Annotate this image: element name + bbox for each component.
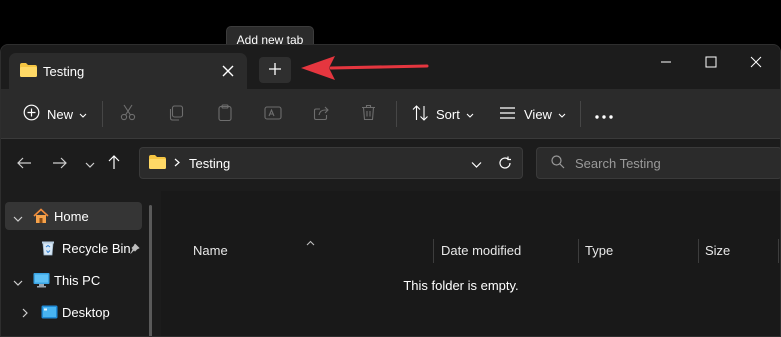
maximize-button[interactable] — [701, 53, 721, 73]
share-button[interactable] — [313, 89, 330, 139]
search-box[interactable] — [536, 147, 780, 179]
navigation-bar: Testing — [1, 139, 780, 191]
chevron-down-icon — [558, 107, 566, 122]
add-new-tab-button[interactable] — [259, 57, 291, 83]
chevron-down-icon[interactable] — [13, 275, 23, 290]
delete-button[interactable] — [361, 89, 376, 139]
address-dropdown-icon[interactable] — [471, 157, 482, 172]
folder-icon — [20, 62, 37, 80]
plus-icon — [268, 62, 282, 79]
annotation-arrow — [301, 54, 429, 85]
up-button[interactable] — [104, 153, 124, 175]
refresh-icon[interactable] — [498, 156, 512, 173]
close-tab-icon[interactable] — [221, 64, 235, 78]
breadcrumb-separator-icon[interactable] — [174, 156, 180, 170]
column-divider[interactable] — [698, 239, 699, 263]
rename-button[interactable] — [264, 89, 282, 139]
column-header-size[interactable]: Size — [705, 235, 730, 265]
share-icon — [313, 105, 330, 124]
navigation-pane: Home Recycle Bin This PC Desktop — [1, 191, 161, 336]
tab-title: Testing — [43, 63, 85, 79]
sidebar-item-desktop[interactable]: Desktop — [5, 298, 142, 326]
sidebar-item-label: Recycle Bin — [62, 241, 131, 256]
more-icon — [595, 107, 613, 122]
forward-button[interactable] — [49, 153, 69, 175]
rename-icon — [264, 105, 282, 124]
desktop-icon — [41, 305, 58, 322]
copy-button[interactable] — [168, 89, 184, 139]
search-icon — [551, 154, 565, 172]
breadcrumb-testing[interactable]: Testing — [189, 156, 230, 171]
sidebar-scrollbar[interactable] — [149, 205, 152, 336]
sidebar-item-label: Home — [54, 209, 89, 224]
recycle-bin-icon — [41, 240, 55, 259]
sort-arrows-icon — [412, 104, 429, 124]
column-header-label: Type — [585, 242, 614, 258]
folder-icon — [149, 154, 166, 172]
add-circle-icon — [23, 104, 40, 124]
command-bar: New Sort View — [1, 89, 780, 139]
toolbar-divider — [102, 101, 103, 127]
close-icon — [750, 56, 762, 71]
column-header-label: Date modified — [441, 242, 522, 258]
file-list-pane: Name Date modified Type Size This folder… — [161, 191, 780, 336]
chevron-down-icon — [466, 107, 474, 122]
close-window-button[interactable] — [746, 53, 766, 73]
trash-icon — [361, 104, 376, 124]
new-label: New — [47, 106, 74, 122]
sidebar-item-home[interactable]: Home — [5, 202, 142, 230]
arrow-up-icon — [108, 155, 120, 173]
list-view-icon — [499, 106, 516, 123]
minimize-button[interactable] — [656, 53, 676, 73]
column-header-name[interactable]: Name — [193, 235, 228, 265]
empty-folder-message: This folder is empty. — [403, 278, 519, 293]
search-input[interactable] — [575, 155, 765, 171]
paste-button[interactable] — [217, 89, 233, 139]
view-button[interactable]: View — [499, 89, 566, 139]
column-divider[interactable] — [433, 239, 434, 263]
file-explorer-window: Testing New Sort View Testing Search Tes… — [0, 44, 781, 337]
chevron-down-icon — [85, 157, 95, 172]
sort-button[interactable]: Sort — [412, 89, 474, 139]
sidebar-item-recycle-bin[interactable]: Recycle Bin — [5, 234, 142, 262]
scissors-icon — [120, 104, 136, 124]
home-icon — [33, 208, 49, 227]
maximize-icon — [705, 56, 717, 71]
sidebar-item-this-pc[interactable]: This PC — [5, 266, 142, 294]
column-header-label: Name — [193, 242, 228, 258]
title-bar: Testing — [1, 45, 780, 89]
arrow-left-icon — [16, 157, 32, 172]
pin-icon — [129, 242, 140, 257]
column-header-date-modified[interactable]: Date modified — [441, 235, 521, 265]
chevron-down-icon[interactable] — [13, 211, 23, 226]
sidebar-item-label: This PC — [54, 273, 101, 288]
address-bar[interactable]: Testing — [139, 147, 523, 179]
back-button[interactable] — [14, 153, 34, 175]
column-header-type[interactable]: Type — [585, 235, 613, 265]
new-button[interactable]: New — [23, 89, 87, 139]
toolbar-divider — [396, 101, 397, 127]
toolbar-divider — [580, 101, 581, 127]
sort-caret-icon — [306, 234, 315, 249]
see-more-button[interactable] — [595, 89, 613, 139]
sort-label: Sort — [436, 106, 460, 122]
view-label: View — [524, 106, 552, 122]
minimize-icon — [660, 56, 672, 71]
clipboard-icon — [217, 104, 233, 124]
chevron-down-icon — [79, 107, 87, 122]
computer-icon — [33, 272, 50, 291]
copy-icon — [168, 104, 184, 124]
tab-testing[interactable]: Testing — [9, 53, 247, 89]
recent-locations-button[interactable] — [80, 153, 100, 175]
column-header-label: Size — [705, 242, 731, 258]
sidebar-item-label: Desktop — [62, 305, 110, 320]
column-divider[interactable] — [578, 239, 579, 263]
column-divider[interactable] — [778, 239, 779, 263]
chevron-right-icon[interactable] — [22, 306, 29, 321]
cut-button[interactable] — [120, 89, 136, 139]
arrow-right-icon — [52, 157, 67, 172]
